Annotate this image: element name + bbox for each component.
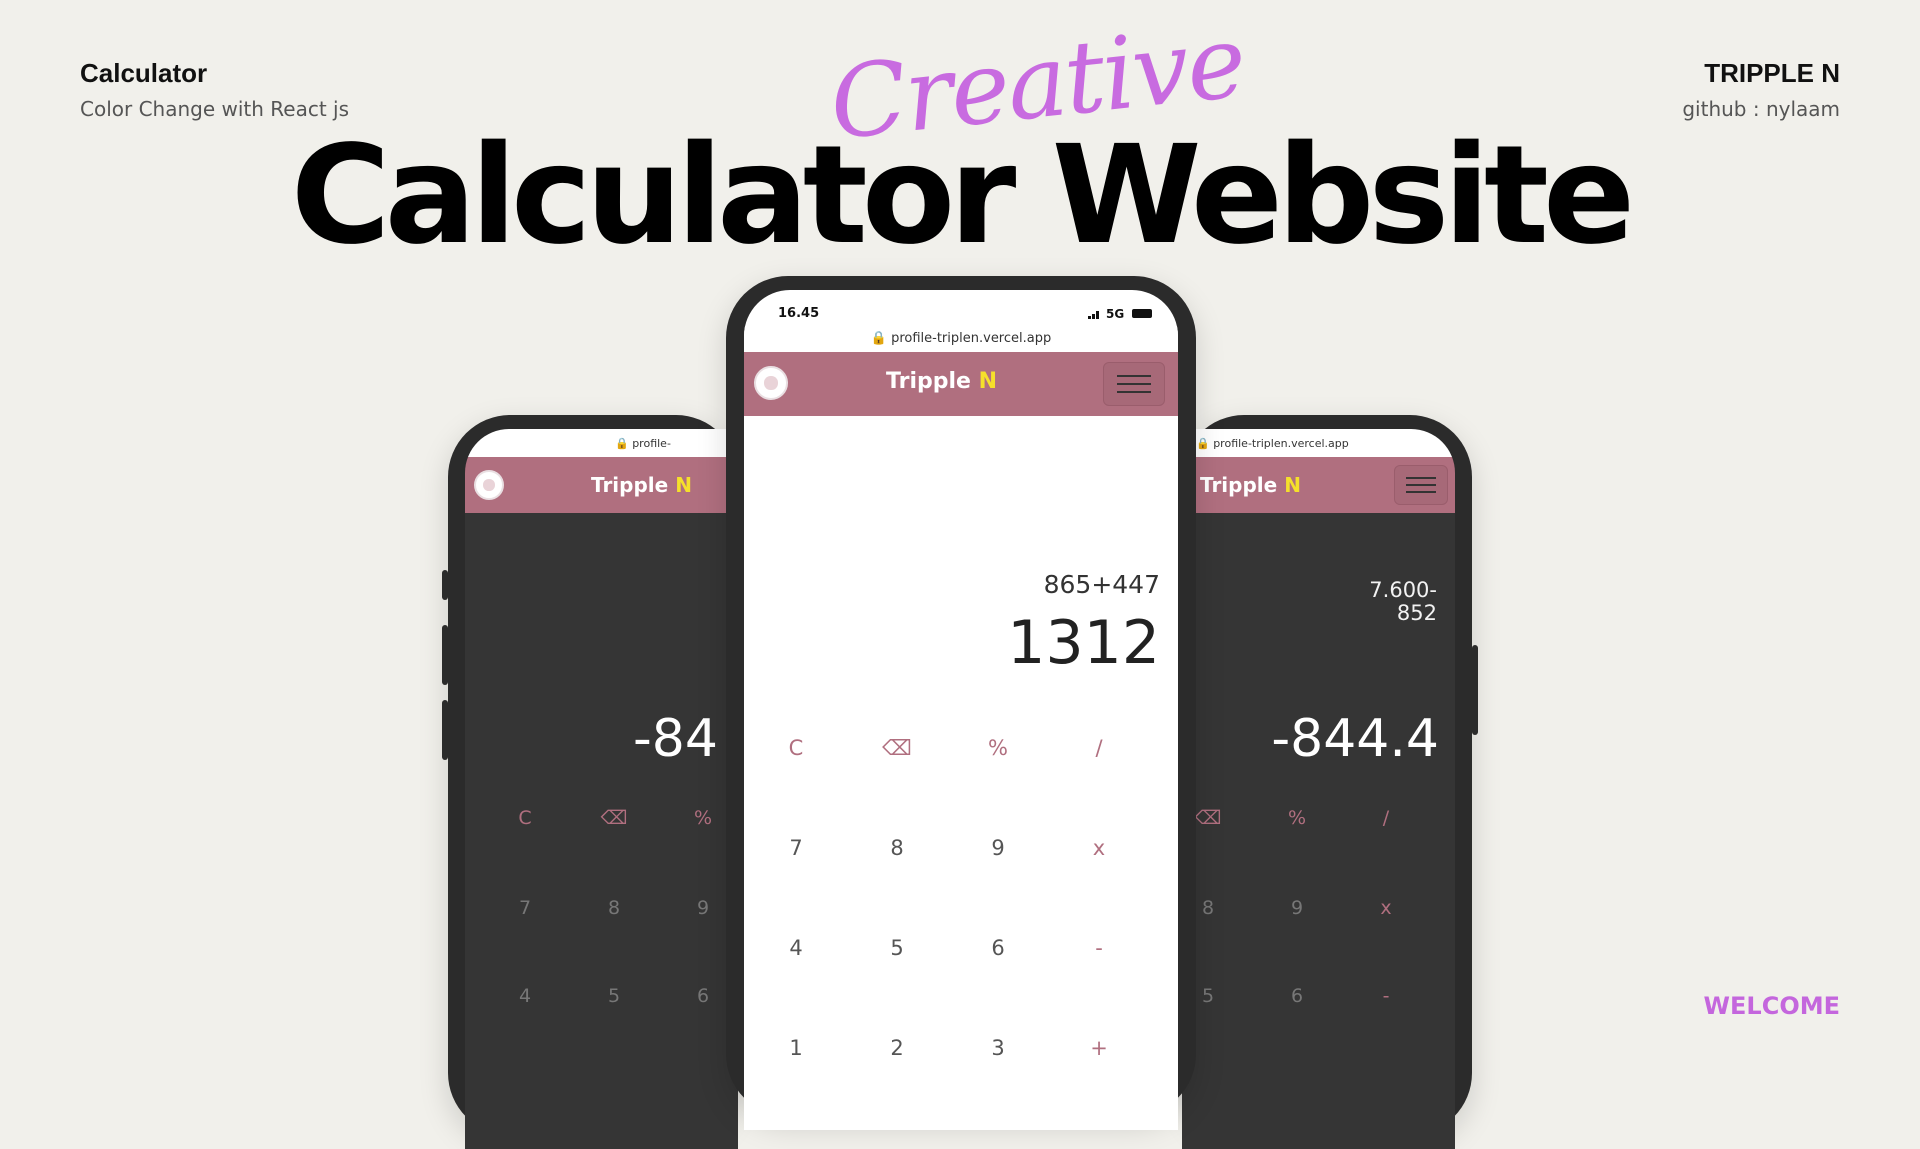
- phone-right: 🔒 profile-triplen.vercel.app Tripple N 7…: [1182, 415, 1478, 1149]
- percent-button[interactable]: %: [1277, 807, 1317, 829]
- key-8[interactable]: 8: [877, 836, 917, 860]
- hamburger-line: [1117, 375, 1151, 377]
- multiply-button[interactable]: x: [1079, 836, 1119, 860]
- key-6[interactable]: 6: [978, 936, 1018, 960]
- key-7[interactable]: 7: [505, 897, 545, 919]
- lock-icon: 🔒: [870, 331, 887, 346]
- key-6[interactable]: 6: [683, 985, 723, 1007]
- app-navbar: Tripple N: [1182, 457, 1455, 513]
- minus-button[interactable]: -: [1079, 936, 1119, 960]
- lock-icon: 🔒: [615, 437, 629, 450]
- network-label: 5G: [1106, 307, 1125, 321]
- minus-button[interactable]: -: [1366, 985, 1406, 1007]
- lock-icon: 🔒: [1196, 437, 1210, 450]
- status-time: 16.45: [778, 306, 820, 321]
- key-8[interactable]: 8: [594, 897, 634, 919]
- key-3[interactable]: 3: [978, 1036, 1018, 1060]
- key-9[interactable]: 9: [1277, 897, 1317, 919]
- brand-text: Tripple: [1200, 473, 1278, 497]
- multiply-button[interactable]: x: [1366, 897, 1406, 919]
- address-bar[interactable]: 🔒 profile-triplen.vercel.app: [465, 429, 738, 480]
- side-button: [442, 700, 448, 760]
- avatar[interactable]: [754, 366, 788, 400]
- key-2[interactable]: 2: [877, 1036, 917, 1060]
- main-heading: Calculator Website: [290, 117, 1635, 275]
- app-navbar: Tripple N: [465, 457, 738, 513]
- hamburger-line: [1406, 491, 1436, 493]
- calc-expression: 7.600- 852: [1369, 579, 1437, 625]
- welcome-label: WELCOME: [1703, 992, 1840, 1020]
- calc-result: -844.4: [1271, 709, 1439, 769]
- clear-button[interactable]: C: [776, 736, 816, 760]
- brand-highlight: N: [1284, 473, 1301, 497]
- status-bar: 16.45 5G: [744, 290, 1178, 326]
- side-button: [442, 625, 448, 685]
- key-7[interactable]: 7: [776, 836, 816, 860]
- signal-icon: [1088, 309, 1102, 319]
- divide-button[interactable]: /: [1366, 807, 1406, 829]
- calc-result: 1312: [1007, 608, 1160, 678]
- brand-text: Tripple: [886, 369, 971, 394]
- brand-highlight: N: [675, 473, 692, 497]
- key-6[interactable]: 6: [1277, 985, 1317, 1007]
- phone-screen: 🔒 profile-triplen.vercel.app Tripple N 7…: [1182, 429, 1455, 1149]
- percent-button[interactable]: %: [683, 807, 723, 829]
- percent-button[interactable]: %: [978, 736, 1018, 760]
- key-4[interactable]: 4: [776, 936, 816, 960]
- address-bar[interactable]: 🔒 profile-triplen.vercel.app: [1182, 429, 1455, 457]
- calc-expression: 865+447: [1043, 570, 1160, 599]
- side-button: [442, 570, 448, 600]
- avatar[interactable]: [474, 470, 504, 500]
- url-text: profile-triplen.vercel.app: [1213, 437, 1349, 450]
- brand-highlight: N: [978, 369, 998, 394]
- key-1[interactable]: 1: [776, 1036, 816, 1060]
- brand-text: Tripple: [591, 473, 669, 497]
- phone-screen: 16.45 5G 🔒 profile-triplen.vercel.app Tr…: [744, 290, 1178, 1130]
- backspace-button[interactable]: ⌫: [594, 807, 634, 829]
- author-name: TRIPPLE N: [1704, 58, 1840, 88]
- hamburger-line: [1117, 383, 1151, 385]
- caption-title: Calculator: [80, 58, 208, 88]
- key-5[interactable]: 5: [877, 936, 917, 960]
- key-9[interactable]: 9: [978, 836, 1018, 860]
- plus-button[interactable]: +: [1079, 1036, 1119, 1060]
- calc-result: -84: [633, 709, 718, 769]
- divide-button[interactable]: /: [1079, 736, 1119, 760]
- key-5[interactable]: 5: [594, 985, 634, 1007]
- phone-left: 🔒 profile-triplen.vercel.app Tripple N -…: [442, 415, 738, 1149]
- hamburger-line: [1406, 484, 1436, 486]
- key-4[interactable]: 4: [505, 985, 545, 1007]
- phone-screen: 🔒 profile-triplen.vercel.app Tripple N -…: [465, 429, 738, 1149]
- key-9[interactable]: 9: [683, 897, 723, 919]
- hamburger-line: [1406, 477, 1436, 479]
- expression-line: 852: [1396, 601, 1437, 625]
- hamburger-line: [1117, 391, 1151, 393]
- brand-logo[interactable]: Tripple N: [1200, 473, 1301, 497]
- menu-button[interactable]: [1394, 465, 1448, 505]
- address-bar[interactable]: 🔒 profile-triplen.vercel.app: [744, 326, 1178, 352]
- app-navbar: Tripple N: [744, 352, 1178, 416]
- expression-line: 7.600-: [1369, 578, 1437, 602]
- menu-button[interactable]: [1103, 362, 1165, 406]
- brand-logo[interactable]: Tripple N: [591, 473, 692, 497]
- clear-button[interactable]: C: [505, 807, 545, 829]
- url-text: profile-triplen.vercel.app: [891, 331, 1052, 346]
- top-right-caption: TRIPPLE N github : nylaam: [1682, 58, 1840, 121]
- github-handle: github : nylaam: [1682, 97, 1840, 121]
- top-left-caption: Calculator Color Change with React js: [80, 58, 349, 121]
- phone-center: 16.45 5G 🔒 profile-triplen.vercel.app Tr…: [726, 276, 1196, 1130]
- battery-icon: [1132, 309, 1152, 318]
- brand-logo[interactable]: Tripple N: [886, 369, 997, 394]
- backspace-button[interactable]: ⌫: [877, 736, 917, 760]
- side-button: [1472, 645, 1478, 735]
